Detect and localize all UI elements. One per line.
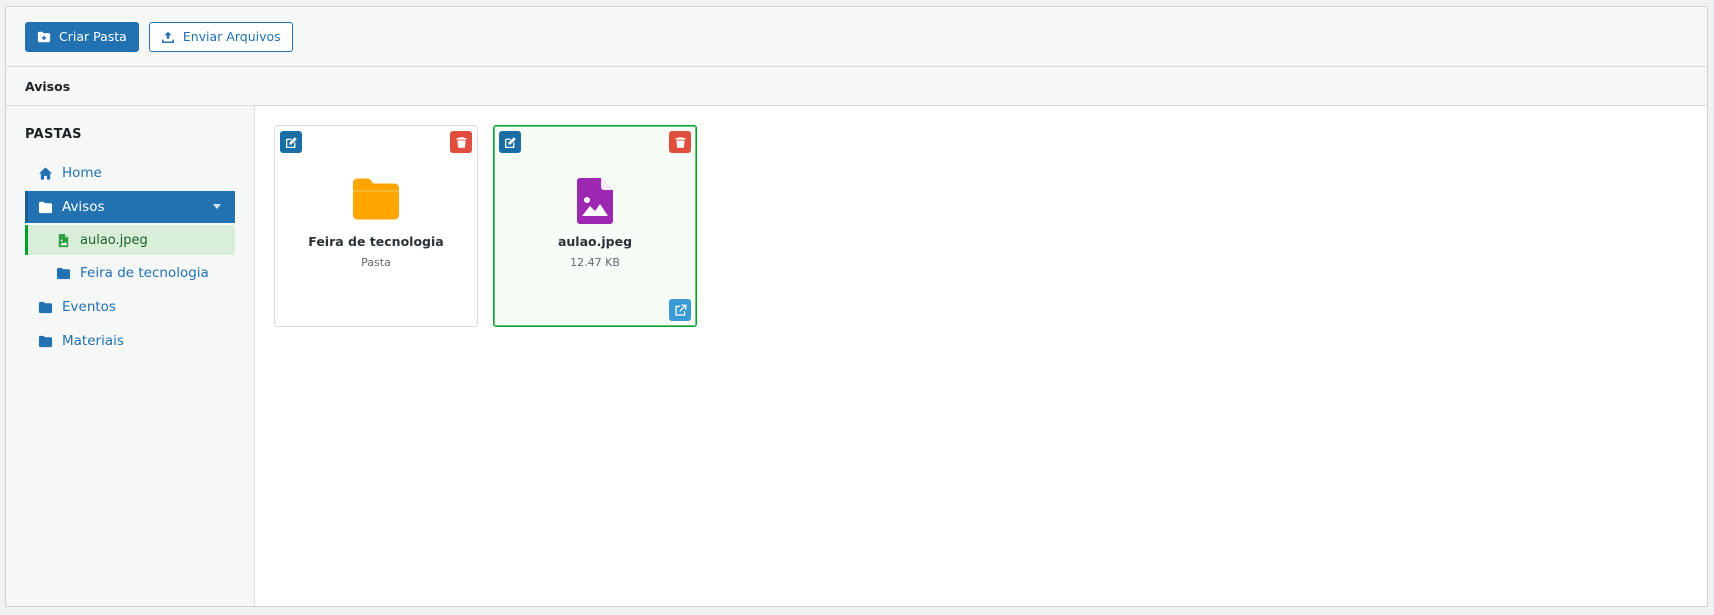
file-manager-window: Criar Pasta Enviar Arquivos Avisos PASTA… [5, 6, 1708, 607]
folder-icon [38, 201, 53, 213]
sidebar-title: PASTAS [25, 127, 82, 142]
folder-icon [38, 301, 53, 313]
edit-button[interactable] [280, 131, 302, 153]
folder-icon [56, 267, 71, 279]
delete-button[interactable] [450, 131, 472, 153]
create-folder-button[interactable]: Criar Pasta [25, 21, 139, 52]
card-meta: Pasta [361, 256, 391, 269]
sidebar-item-feira-de-tecnologia[interactable]: Feira de tecnologia [25, 257, 235, 289]
card-meta: 12.47 KB [570, 256, 620, 269]
sidebar-item-label: Feira de tecnologia [80, 265, 209, 281]
create-folder-label: Criar Pasta [59, 29, 127, 44]
edit-button[interactable] [499, 131, 521, 153]
open-external-button[interactable] [669, 299, 691, 321]
delete-button[interactable] [669, 131, 691, 153]
trash-icon [675, 136, 685, 148]
trash-icon [456, 136, 466, 148]
caret-down-icon[interactable] [213, 204, 221, 209]
sidebar-item-eventos[interactable]: Eventos [25, 291, 235, 323]
content-area: PASTAS Home Avisos aulao.jpeg Feira de t… [6, 106, 1707, 606]
edit-icon [504, 136, 516, 148]
sidebar-item-label: aulao.jpeg [80, 232, 148, 248]
sidebar-item-materiais[interactable]: Materiais [25, 325, 235, 357]
upload-icon [161, 31, 174, 43]
upload-files-button[interactable]: Enviar Arquivos [148, 21, 293, 52]
toolbar: Criar Pasta Enviar Arquivos [6, 7, 1707, 67]
folder-card-feira-de-tecnologia[interactable]: Feira de tecnologia Pasta [274, 125, 478, 327]
folder-plus-icon [37, 31, 51, 42]
sidebar-item-aulao-jpeg[interactable]: aulao.jpeg [25, 225, 235, 255]
sidebar-item-avisos[interactable]: Avisos [25, 191, 235, 223]
image-file-icon [58, 233, 69, 247]
edit-icon [285, 136, 297, 148]
breadcrumb-current: Avisos [25, 78, 71, 94]
external-link-icon [674, 304, 686, 316]
file-card-aulao-jpeg[interactable]: aulao.jpeg 12.47 KB [493, 125, 697, 327]
folder-icon [38, 335, 53, 347]
card-name: aulao.jpeg [557, 234, 633, 249]
breadcrumb: Avisos [6, 67, 1707, 106]
sidebar-item-home[interactable]: Home [25, 157, 235, 189]
sidebar-item-label: Materiais [62, 333, 124, 349]
folder-icon [353, 178, 399, 224]
home-icon [38, 166, 53, 180]
sidebar-item-label: Avisos [62, 199, 105, 215]
file-grid: Feira de tecnologia Pasta aulao.jpeg 12.… [255, 106, 1707, 606]
sidebar-item-label: Home [62, 165, 102, 181]
sidebar-item-label: Eventos [62, 299, 116, 315]
folder-sidebar: PASTAS Home Avisos aulao.jpeg Feira de t… [6, 106, 255, 606]
upload-files-label: Enviar Arquivos [182, 29, 281, 44]
image-file-icon [577, 178, 613, 228]
card-name: Feira de tecnologia [308, 234, 444, 249]
